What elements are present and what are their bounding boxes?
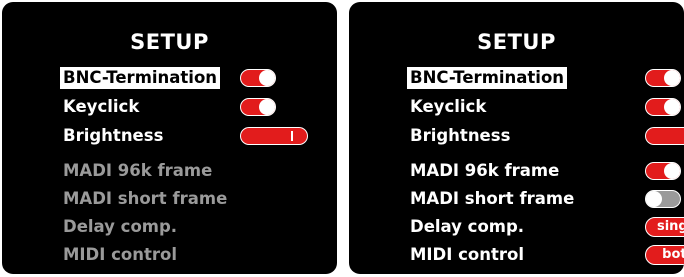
setting-row-delay-comp: Delay comp.	[60, 216, 330, 238]
setting-row-midi-control[interactable]: MIDI control both	[407, 244, 684, 266]
madi-96k-frame-toggle[interactable]	[645, 162, 681, 180]
toggle-knob	[664, 70, 680, 86]
toggle-knob	[646, 191, 662, 207]
bnc-termination-toggle[interactable]	[240, 69, 276, 87]
toggle-knob	[664, 163, 680, 179]
setting-label: MADI 96k frame	[410, 161, 560, 180]
toggle-knob	[259, 99, 275, 115]
setting-label: Keyclick	[63, 97, 140, 116]
brightness-slider[interactable]	[645, 127, 684, 145]
setting-label: MADI 96k frame	[63, 161, 213, 180]
page-title: SETUP	[130, 30, 209, 54]
setting-row-madi-96k-frame[interactable]: MADI 96k frame	[407, 160, 681, 182]
setting-row-madi-short-frame: MADI short frame	[60, 188, 330, 210]
keyclick-toggle[interactable]	[645, 98, 681, 116]
bnc-termination-toggle[interactable]	[645, 69, 681, 87]
setting-label: Delay comp.	[410, 217, 525, 236]
page-title: SETUP	[477, 30, 556, 54]
setup-panel-left: SETUP BNC-Termination Keyclick Brightnes…	[2, 2, 337, 274]
setting-row-brightness[interactable]: Brightness	[60, 125, 330, 147]
setting-row-madi-short-frame[interactable]: MADI short frame	[407, 188, 681, 210]
setting-label: MIDI control	[63, 245, 178, 264]
setting-label: MADI short frame	[410, 189, 575, 208]
setting-label: MIDI control	[410, 245, 525, 264]
slider-marker[interactable]	[291, 131, 293, 141]
setting-row-delay-comp[interactable]: Delay comp. single	[407, 216, 684, 238]
madi-short-frame-toggle[interactable]	[645, 190, 681, 208]
setting-row-keyclick[interactable]: Keyclick	[60, 96, 330, 118]
setting-label: BNC-Termination	[60, 67, 221, 89]
setting-label: Keyclick	[410, 97, 487, 116]
setting-label: Brightness	[63, 126, 164, 145]
setting-label: Brightness	[410, 126, 511, 145]
toggle-knob	[664, 99, 680, 115]
midi-control-value-pill[interactable]: both	[645, 245, 684, 265]
keyclick-toggle[interactable]	[240, 98, 276, 116]
brightness-slider[interactable]	[240, 127, 308, 145]
setting-label: MADI short frame	[63, 189, 228, 208]
delay-comp-value-pill[interactable]: single	[645, 217, 684, 237]
setting-row-midi-control: MIDI control	[60, 244, 330, 266]
setting-label: BNC-Termination	[407, 67, 568, 89]
setting-row-bnc-termination[interactable]: BNC-Termination	[407, 67, 681, 89]
setting-label: Delay comp.	[63, 217, 178, 236]
setting-row-keyclick[interactable]: Keyclick	[407, 96, 681, 118]
toggle-knob	[259, 70, 275, 86]
setting-row-madi-96k-frame: MADI 96k frame	[60, 160, 330, 182]
setting-row-bnc-termination[interactable]: BNC-Termination	[60, 67, 330, 89]
setting-row-brightness[interactable]: Brightness	[407, 125, 684, 147]
setup-panel-right: SETUP BNC-Termination Keyclick Brightnes…	[349, 2, 684, 274]
